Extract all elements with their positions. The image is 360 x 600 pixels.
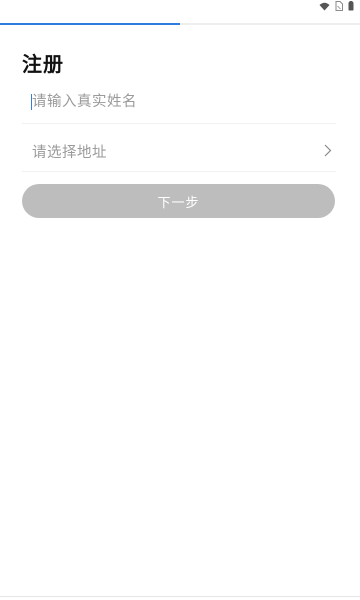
address-selector[interactable]: 请选择地址 — [22, 128, 336, 172]
name-input[interactable] — [32, 80, 322, 123]
page-title: 注册 — [22, 52, 64, 76]
sim-icon — [335, 1, 343, 11]
bottom-divider — [0, 596, 360, 597]
battery-icon — [348, 1, 354, 11]
wifi-icon — [319, 2, 330, 11]
name-field-row[interactable] — [22, 80, 336, 124]
progress-fill — [0, 23, 180, 25]
address-label: 请选择地址 — [32, 145, 107, 161]
next-step-button[interactable]: 下一步 — [22, 184, 335, 218]
status-bar — [0, 0, 360, 14]
chevron-right-icon — [324, 142, 332, 161]
progress-track — [0, 23, 360, 25]
status-icons — [319, 1, 354, 11]
